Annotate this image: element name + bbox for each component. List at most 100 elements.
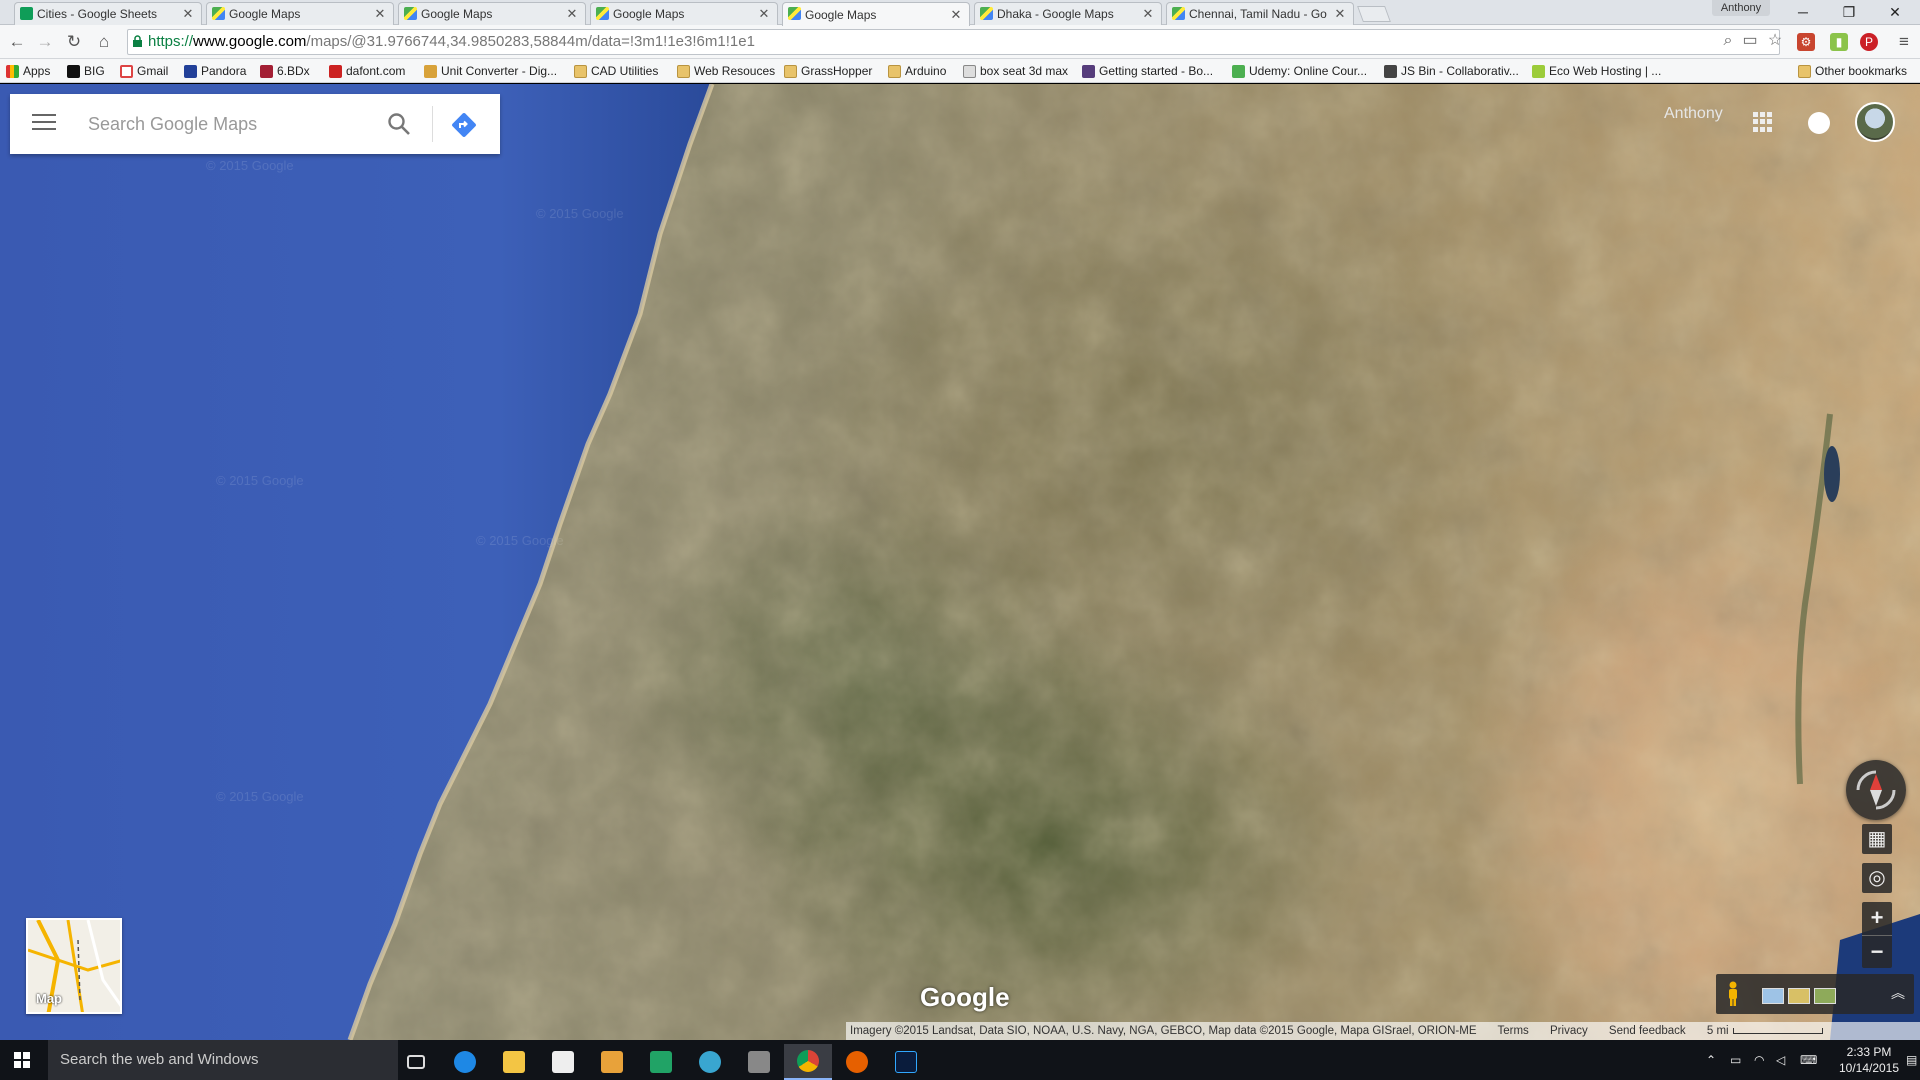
bookmark-apps[interactable]: Apps [6,63,50,79]
tab-dhaka-maps[interactable]: Dhaka - Google Maps ✕ [974,2,1162,25]
windows-start-icon[interactable] [14,1052,30,1068]
bookmark-dafont[interactable]: dafont.com [329,63,405,79]
bookmark-unit-converter[interactable]: Unit Converter - Dig... [424,63,557,79]
window-close-icon[interactable]: ✕ [1872,0,1918,25]
network-app-icon[interactable] [686,1044,734,1080]
language-icon[interactable]: ⌨ [1800,1040,1817,1080]
zoom-out-button[interactable]: − [1862,935,1892,968]
bookmark-cad-utilities[interactable]: CAD Utilities [574,63,658,79]
account-name[interactable]: Anthony [1664,105,1723,123]
wifi-icon[interactable]: ◠ [1754,1040,1764,1080]
tab-chennai-maps[interactable]: Chennai, Tamil Nadu - Go ✕ [1166,2,1354,25]
dafont-icon [329,64,342,78]
bookmark-pandora[interactable]: Pandora [184,63,246,79]
extension-evernote-icon[interactable]: ▮ [1830,33,1848,51]
send-feedback-link[interactable]: Send feedback [1609,1025,1686,1037]
bookmark-edx[interactable]: 6.BDx [260,63,310,79]
chevron-up-icon[interactable]: ︽ [1888,982,1908,1004]
folder-icon [888,64,901,78]
privacy-link[interactable]: Privacy [1550,1025,1588,1037]
tab-google-maps-active[interactable]: Google Maps ✕ [782,2,970,26]
reload-icon[interactable]: ↻ [63,31,85,53]
pegman-icon[interactable] [1726,981,1740,1007]
tab-google-maps-2[interactable]: Google Maps ✕ [398,2,586,25]
notifications-bell-icon[interactable] [1808,112,1830,134]
my-location-icon[interactable]: ◎ [1862,863,1892,893]
close-icon[interactable]: ✕ [1333,6,1347,22]
forward-arrow-icon[interactable]: → [34,31,56,53]
firefox-icon[interactable] [833,1044,881,1080]
layer-thumbnail-icon[interactable] [1814,988,1836,1004]
app-icon[interactable] [735,1044,783,1080]
folder-icon [784,64,797,78]
close-icon[interactable]: ✕ [373,6,387,22]
taskbar-clock[interactable]: 2:33 PM 10/14/2015 [1838,1044,1900,1076]
bookmark-web-resouces[interactable]: Web Resouces [677,63,775,79]
minimize-icon[interactable]: ─ [1780,0,1826,25]
bookmark-udemy[interactable]: Udemy: Online Cour... [1232,63,1367,79]
show-hidden-icons-icon[interactable]: ⌃ [1706,1040,1716,1080]
bookmark-label: Gmail [137,64,169,78]
search-icon[interactable] [386,111,412,137]
bookmark-big[interactable]: BIG [67,63,105,79]
other-bookmarks[interactable]: Other bookmarks [1798,63,1907,79]
tilt-grid-icon[interactable]: ▦ [1862,824,1892,854]
pinterest-icon[interactable]: P [1860,33,1878,51]
close-icon[interactable]: ✕ [181,6,195,22]
bookmark-eco-hosting[interactable]: Eco Web Hosting | ... [1532,63,1661,79]
page-action-icon[interactable]: ▭ [1740,31,1760,51]
tab-google-maps-1[interactable]: Google Maps ✕ [206,2,394,25]
chrome-menu-icon[interactable]: ≡ [1893,31,1915,53]
bookmark-jsbin[interactable]: JS Bin - Collaborativ... [1384,63,1519,79]
file-explorer-icon[interactable] [490,1044,538,1080]
bookmark-label: Getting started - Bo... [1099,64,1214,78]
back-arrow-icon[interactable]: ← [6,31,28,53]
search-input[interactable] [88,108,378,140]
bookmark-bootstrap[interactable]: Getting started - Bo... [1082,63,1213,79]
volume-icon[interactable]: ◁ [1776,1040,1785,1080]
terms-link[interactable]: Terms [1498,1025,1529,1037]
bookmark-gmail[interactable]: Gmail [120,63,168,79]
compass-control[interactable] [1846,760,1906,820]
task-view-icon[interactable] [392,1044,440,1080]
tab-cities-sheets[interactable]: Cities - Google Sheets ✕ [14,2,202,25]
address-bar[interactable]: https://www.google.com/maps/@31.9766744,… [127,29,1780,55]
finance-app-icon[interactable] [637,1044,685,1080]
close-icon[interactable]: ✕ [949,7,963,23]
bookmark-arduino[interactable]: Arduino [888,63,946,79]
google-apps-icon[interactable] [1753,112,1773,132]
folder-icon [1798,64,1811,78]
hamburger-menu-icon[interactable] [32,114,56,134]
bookmark-box-seat[interactable]: box seat 3d max [963,63,1068,79]
photoshop-icon[interactable] [882,1044,930,1080]
profile-name[interactable]: Anthony [1712,0,1770,16]
home-icon[interactable]: ⌂ [93,31,115,53]
satellite-map[interactable]: © 2015 Google © 2015 Google © 2015 Googl… [0,84,1920,1040]
scale-label[interactable]: 5 mi [1707,1025,1729,1037]
action-center-icon[interactable]: ▤ [1906,1040,1920,1080]
media-player-icon[interactable] [588,1044,636,1080]
close-icon[interactable]: ✕ [757,6,771,22]
battery-icon[interactable]: ▭ [1730,1040,1741,1080]
layer-thumbnail-icon[interactable] [1788,988,1810,1004]
restore-icon[interactable]: ❐ [1826,0,1872,25]
new-tab-button[interactable] [1357,6,1391,22]
layer-thumbnail-icon[interactable] [1762,988,1784,1004]
taskbar-search-box[interactable]: Search the web and Windows [48,1040,398,1080]
store-icon[interactable] [539,1044,587,1080]
extension-icon[interactable]: ⚙ [1797,33,1815,51]
close-icon[interactable]: ✕ [1141,6,1155,22]
map-view-toggle[interactable]: Map [26,918,122,1014]
star-icon[interactable]: ☆ [1765,31,1785,51]
directions-icon[interactable] [451,112,477,138]
tab-strip: Cities - Google Sheets ✕ Google Maps ✕ G… [0,0,1920,26]
chrome-icon[interactable] [784,1044,832,1080]
close-icon[interactable]: ✕ [565,6,579,22]
zoom-in-button[interactable]: + [1862,902,1892,935]
edge-icon[interactable] [441,1044,489,1080]
avatar[interactable] [1855,102,1895,142]
tab-google-maps-3[interactable]: Google Maps ✕ [590,2,778,25]
zoom-icon[interactable]: ⌕ [1718,31,1738,51]
bookmark-grasshopper[interactable]: GrassHopper [784,63,872,79]
bookmark-label: Other bookmarks [1815,64,1908,78]
